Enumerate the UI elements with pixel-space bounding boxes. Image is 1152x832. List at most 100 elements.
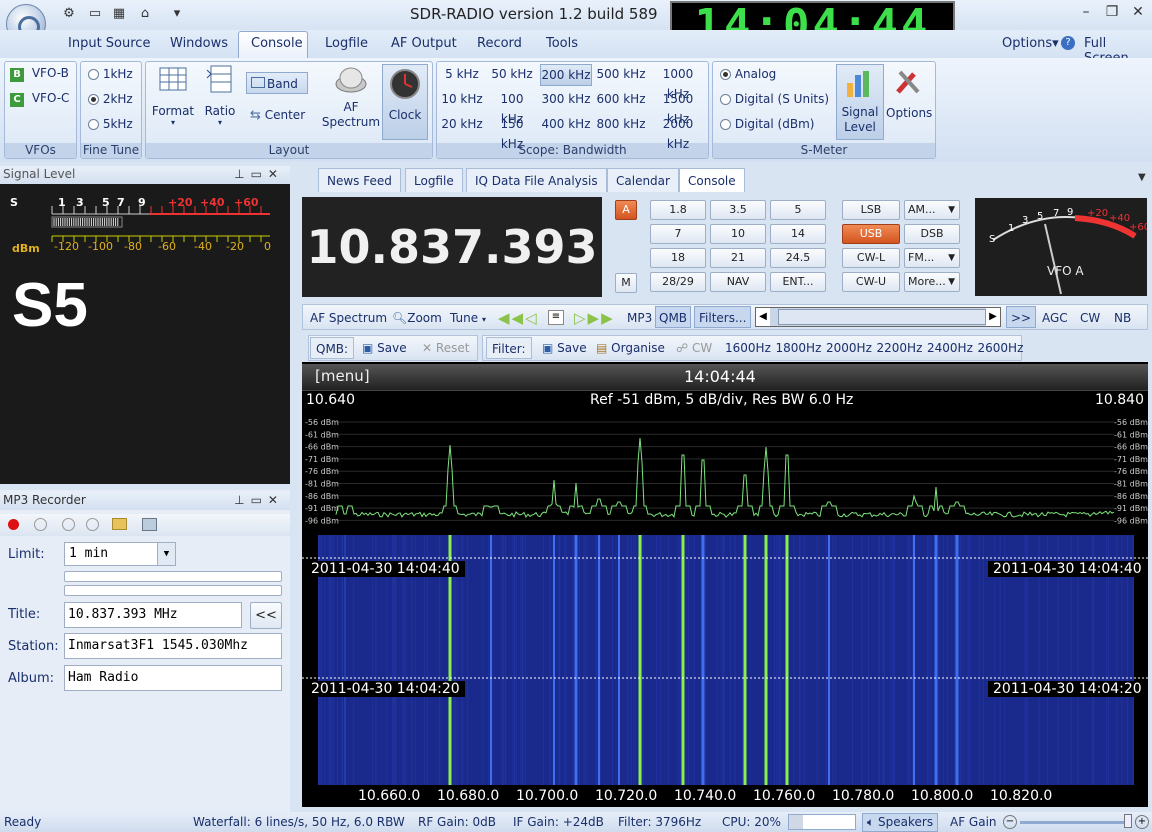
filter-cw-button[interactable]: ☍ CW bbox=[676, 341, 712, 355]
tab-iq-data[interactable]: IQ Data File Analysis bbox=[466, 168, 607, 192]
minimize-button[interactable]: – bbox=[1076, 4, 1096, 22]
options-menu[interactable]: Options▾ bbox=[1002, 36, 1059, 51]
menu-record[interactable]: Record bbox=[477, 36, 522, 51]
af-gain-slider[interactable] bbox=[1020, 821, 1126, 824]
filter-preset-button[interactable]: 2400Hz bbox=[927, 341, 973, 355]
bandwidth-10khz[interactable]: 10 kHz bbox=[440, 89, 484, 111]
bandwidth-1500khz[interactable]: 1500 kHz bbox=[650, 89, 706, 126]
repeat-icon[interactable] bbox=[86, 518, 99, 531]
filter-save-button[interactable]: ▣ Save bbox=[542, 341, 587, 355]
af-gain-decrease-button[interactable]: − bbox=[1003, 815, 1017, 829]
filter-preset-button[interactable]: 2200Hz bbox=[877, 341, 923, 355]
bandwidth-2000khz[interactable]: 2000 kHz bbox=[650, 114, 706, 151]
memory-button[interactable]: M bbox=[615, 273, 637, 293]
maximize-button[interactable]: ❐ bbox=[1102, 4, 1122, 22]
bandwidth-50khz[interactable]: 50 kHz bbox=[488, 64, 536, 86]
tabs-dropdown-icon[interactable]: ▼ bbox=[1138, 172, 1146, 183]
menu-input-source[interactable]: Input Source bbox=[68, 36, 150, 51]
list-icon[interactable]: ≡ bbox=[548, 310, 564, 325]
home-icon[interactable]: ⌂ bbox=[136, 6, 154, 22]
band-key[interactable]: NAV bbox=[710, 272, 766, 292]
panel-controls-icon[interactable]: ⊥▭✕ bbox=[234, 493, 284, 507]
record-icon[interactable] bbox=[8, 519, 19, 530]
smeter-digital-s[interactable]: Digital (S Units) bbox=[720, 92, 829, 106]
bandwidth-5khz[interactable]: 5 kHz bbox=[440, 64, 484, 86]
filters-button[interactable]: Filters... bbox=[694, 306, 752, 328]
rewind-icons[interactable]: ◀◀◁ bbox=[498, 309, 539, 327]
mode-key[interactable]: FM... ▼ bbox=[904, 248, 960, 268]
format-button[interactable]: Format ▾ bbox=[150, 64, 196, 134]
band-key[interactable]: 14 bbox=[770, 224, 826, 244]
bandwidth-600khz[interactable]: 600 kHz bbox=[595, 89, 647, 111]
vfo-b-button[interactable]: B VFO-B bbox=[10, 66, 74, 84]
speakers-button[interactable]: 🔈︎ Speakers bbox=[862, 813, 939, 832]
finetune-2khz[interactable]: 2kHz bbox=[88, 92, 133, 106]
bandwidth-20khz[interactable]: 20 kHz bbox=[440, 114, 484, 136]
band-key[interactable]: 24.5 bbox=[770, 248, 826, 268]
tune-dropdown[interactable]: Tune ▾ bbox=[450, 311, 486, 325]
tuning-scrollbar[interactable]: ◀ ▶ bbox=[755, 307, 1001, 327]
calendar-icon[interactable]: ▦ bbox=[110, 6, 128, 22]
band-key[interactable]: 7 bbox=[650, 224, 706, 244]
mode-key[interactable]: AM... ▼ bbox=[904, 200, 960, 220]
af-spectrum-toggle[interactable]: AF Spectrum bbox=[310, 311, 387, 325]
mode-key[interactable]: LSB bbox=[842, 200, 900, 220]
finetune-1khz[interactable]: 1kHz bbox=[88, 67, 133, 81]
settings-icon[interactable]: ⚙ bbox=[60, 6, 78, 22]
agc-button[interactable]: AGC bbox=[1042, 311, 1068, 325]
band-key[interactable]: 21 bbox=[710, 248, 766, 268]
bandwidth-300khz[interactable]: 300 kHz bbox=[540, 89, 592, 111]
band-key[interactable]: 1.8 bbox=[650, 200, 706, 220]
spectrum-menu[interactable]: [menu] bbox=[315, 367, 370, 385]
band-key[interactable]: 18 bbox=[650, 248, 706, 268]
back-button[interactable]: << bbox=[250, 602, 282, 629]
af-gain-increase-button[interactable]: + bbox=[1135, 815, 1149, 829]
station-field[interactable]: Inmarsat3F1 1545.030Mhz bbox=[64, 633, 282, 659]
menu-logfile[interactable]: Logfile bbox=[325, 36, 368, 51]
band-button[interactable]: Band bbox=[246, 72, 308, 94]
bandwidth-400khz[interactable]: 400 kHz bbox=[540, 114, 592, 136]
smeter-digital-dbm[interactable]: Digital (dBm) bbox=[720, 117, 814, 131]
tab-news-feed[interactable]: News Feed bbox=[318, 168, 401, 192]
tab-console[interactable]: Console bbox=[679, 168, 745, 192]
organise-button[interactable]: ▤ Organise bbox=[596, 341, 665, 355]
cw-button[interactable]: CW bbox=[1080, 311, 1100, 325]
album-field[interactable]: Ham Radio bbox=[64, 665, 282, 691]
bandwidth-100khz[interactable]: 100 kHz bbox=[488, 89, 536, 126]
qat-dropdown-icon[interactable]: ▾ bbox=[168, 6, 186, 22]
filter-preset-button[interactable]: 1800Hz bbox=[776, 341, 822, 355]
ratio-button[interactable]: Ratio ▾ bbox=[198, 64, 242, 134]
close-button[interactable]: ✕ bbox=[1128, 4, 1148, 22]
title-field[interactable]: 10.837.393 MHz bbox=[64, 602, 242, 628]
mode-key[interactable]: DSB bbox=[904, 224, 960, 244]
tab-calendar[interactable]: Calendar bbox=[607, 168, 679, 192]
tab-logfile[interactable]: Logfile bbox=[405, 168, 463, 192]
signal-level-button[interactable]: Signal Level bbox=[836, 64, 884, 140]
af-spectrum-button[interactable]: AF Spectrum bbox=[320, 64, 382, 140]
filter-preset-button[interactable]: 2000Hz bbox=[826, 341, 872, 355]
af-gain-slider-thumb[interactable] bbox=[1124, 814, 1132, 828]
mode-key[interactable]: More... ▼ bbox=[904, 272, 960, 292]
menu-windows[interactable]: Windows bbox=[170, 36, 228, 51]
qmb-save-button[interactable]: ▣ Save bbox=[362, 341, 407, 355]
panel-controls-icon[interactable]: ⊥▭✕ bbox=[234, 167, 284, 181]
folder-icon[interactable] bbox=[112, 518, 127, 530]
band-key[interactable]: 10 bbox=[710, 224, 766, 244]
band-key[interactable]: 3.5 bbox=[710, 200, 766, 220]
bandwidth-800khz[interactable]: 800 kHz bbox=[595, 114, 647, 136]
band-key[interactable]: ENT... bbox=[770, 272, 826, 292]
mode-key[interactable]: USB bbox=[842, 224, 900, 244]
scroll-thumb[interactable] bbox=[778, 309, 986, 325]
help-icon[interactable]: ? bbox=[1061, 36, 1075, 50]
limit-select[interactable]: 1 min ▼ bbox=[64, 542, 176, 566]
filter-preset-button[interactable]: 2600Hz bbox=[978, 341, 1024, 355]
mode-key[interactable]: CW-U bbox=[842, 272, 900, 292]
previous-icon[interactable] bbox=[62, 518, 75, 531]
band-key[interactable]: 5 bbox=[770, 200, 826, 220]
smeter-analog[interactable]: Analog bbox=[720, 67, 776, 81]
clock-button[interactable]: Clock bbox=[382, 64, 428, 140]
zoom-button[interactable]: 🔍︎Zoom bbox=[392, 311, 442, 325]
options-button[interactable]: Options bbox=[886, 64, 932, 134]
menu-tools[interactable]: Tools bbox=[546, 36, 578, 51]
finetune-5khz[interactable]: 5kHz bbox=[88, 117, 133, 131]
